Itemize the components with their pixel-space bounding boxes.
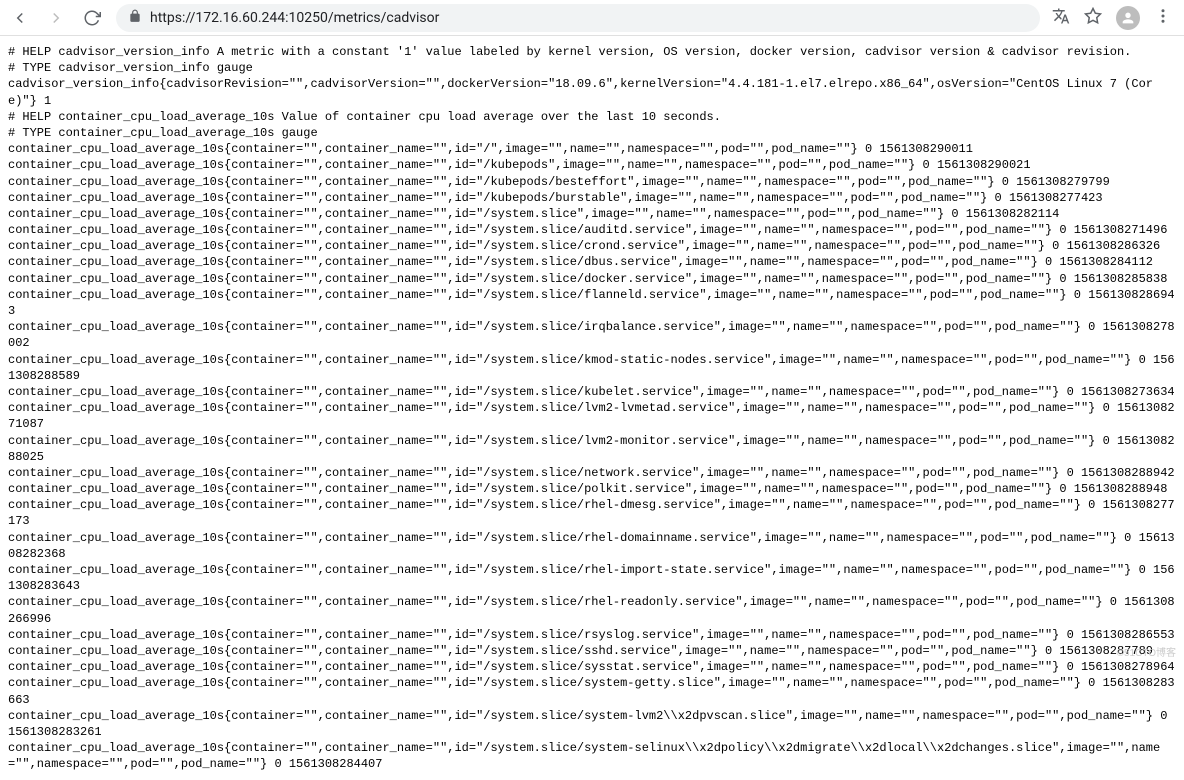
star-icon[interactable]	[1084, 7, 1102, 29]
arrow-right-icon	[47, 9, 65, 27]
url-text: https://172.16.60.244:10250/metrics/cadv…	[150, 10, 1028, 26]
reload-button[interactable]	[80, 6, 104, 30]
translate-icon[interactable]	[1052, 7, 1070, 29]
address-bar[interactable]: https://172.16.60.244:10250/metrics/cadv…	[116, 4, 1040, 32]
kebab-menu-icon	[1154, 7, 1172, 25]
reload-icon	[83, 9, 101, 27]
toolbar-right	[1052, 6, 1176, 30]
metrics-text: # HELP cadvisor_version_info A metric wi…	[0, 36, 1184, 780]
lock-icon	[128, 8, 142, 27]
browser-toolbar: https://172.16.60.244:10250/metrics/cadv…	[0, 0, 1184, 36]
back-button[interactable]	[8, 6, 32, 30]
menu-button[interactable]	[1154, 7, 1172, 29]
forward-button[interactable]	[44, 6, 68, 30]
arrow-left-icon	[11, 9, 29, 27]
user-avatar[interactable]	[1116, 6, 1140, 30]
person-icon	[1120, 10, 1136, 26]
watermark: ©51CTO博客	[1117, 644, 1176, 659]
